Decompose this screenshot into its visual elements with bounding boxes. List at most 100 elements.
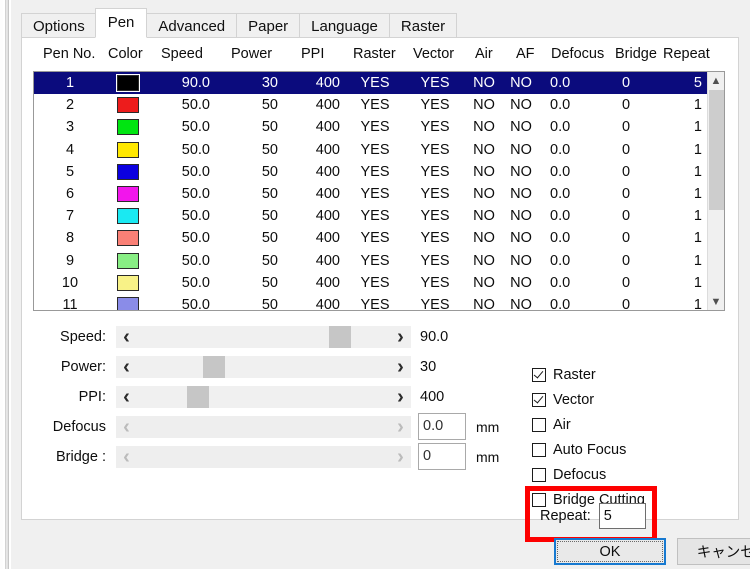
pen-color-swatch[interactable] [117,230,139,247]
chevron-left-icon[interactable]: ‹ [118,446,135,468]
cell-power: 50 [261,274,278,291]
checkbox-label-air: Air [553,416,571,433]
grid-header-air: Air [475,46,493,62]
pen-color-swatch[interactable] [117,163,139,180]
cell-vector: YES [420,163,450,180]
checkbox-vector[interactable]: Vector [532,387,722,412]
grid-column-headers: Pen No. Color Speed Power PPI Raster Vector Air… [22,46,738,68]
chevron-right-icon[interactable]: › [392,356,409,378]
grid-header-power: Power [231,46,273,62]
window-left-edge [0,0,11,569]
checkbox-auto-focus[interactable]: Auto Focus [532,437,722,462]
checkbox-air[interactable]: Air [532,412,722,437]
cell-ppi: 400 [315,274,340,291]
checkbox-box-icon[interactable] [532,417,546,432]
pen-color-swatch[interactable] [117,296,139,310]
cell-defocus: 0.0 [550,163,571,180]
pen-color-swatch[interactable] [117,208,139,225]
slider-thumb-ppi[interactable] [187,386,210,408]
slider-value-speed: 90.0 [420,329,449,345]
table-row[interactable]: 7 50.0 50 400 YES YES NO NO 0.0 0 1 [34,205,708,227]
slider-label-bridge: Bridge : [56,449,106,465]
table-row[interactable]: 1 90.0 30 400 YES YES NO NO 0.0 0 5 [34,72,708,95]
cell-repeat: 1 [693,274,702,291]
slider-track-power[interactable]: ‹ › [116,356,411,378]
slider-track-bridge[interactable]: ‹ › [116,446,411,468]
cancel-button-label: キャンセル [696,545,750,561]
slider-track-ppi[interactable]: ‹ › [116,386,411,408]
cell-defocus: 0.0 [550,75,571,91]
pen-table[interactable]: 1 90.0 30 400 YES YES NO NO 0.0 0 5 2 50.0 50 400 YES YE… [33,71,725,311]
checkmark-icon[interactable] [532,392,546,407]
tab-pen[interactable]: Pen [94,8,148,38]
cell-af: NO [510,185,532,202]
cell-pen: 6 [65,185,75,202]
pen-color-swatch[interactable] [117,97,139,114]
cell-defocus: 0.0 [550,252,571,269]
cell-pen: 3 [65,119,75,136]
cell-af: NO [510,97,532,114]
checkbox-label-raster: Raster [553,366,596,383]
cell-speed: 50.0 [181,97,210,114]
table-row[interactable]: 2 50.0 50 400 YES YES NO NO 0.0 0 1 [34,94,708,116]
cell-speed: 50.0 [181,296,210,310]
table-row[interactable]: 3 50.0 50 400 YES YES NO NO 0.0 0 1 [34,116,708,138]
cell-pen: 9 [65,252,75,269]
slider-track-defocus[interactable]: ‹ › [116,416,411,438]
cell-air: NO [473,119,495,136]
cell-air: NO [473,97,495,114]
chevron-right-icon[interactable]: › [392,446,409,468]
table-row[interactable]: 11 50.0 50 400 YES YES NO NO 0.0 0 1 [34,294,708,310]
chevron-left-icon[interactable]: ‹ [118,356,135,378]
checkbox-box-icon[interactable] [532,442,546,457]
cell-speed: 50.0 [181,185,210,202]
pen-color-swatch[interactable] [117,119,139,136]
cancel-button[interactable]: キャンセル [677,538,750,565]
table-row[interactable]: 9 50.0 50 400 YES YES NO NO 0.0 0 1 [34,250,708,272]
checkbox-raster[interactable]: Raster [532,362,722,387]
table-row[interactable]: 8 50.0 50 400 YES YES NO NO 0.0 0 1 [34,227,708,249]
chevron-right-icon[interactable]: › [392,416,409,438]
cell-af: NO [510,141,532,158]
table-row[interactable]: 5 50.0 50 400 YES YES NO NO 0.0 0 1 [34,161,708,183]
tab-paper[interactable]: Paper [236,13,301,38]
slider-thumb-power[interactable] [203,356,226,378]
cell-power: 50 [261,230,278,247]
tab-language[interactable]: Language [299,13,390,38]
chevron-left-icon[interactable]: ‹ [118,386,135,408]
cell-pen: 5 [65,163,75,180]
chevron-down-icon[interactable]: ▼ [708,293,724,310]
chevron-right-icon[interactable]: › [392,386,409,408]
chevron-right-icon[interactable]: › [392,326,409,348]
repeat-highlight-annotation [525,486,657,542]
cell-power: 50 [261,141,278,158]
ok-button[interactable]: OK [554,538,666,565]
tab-options[interactable]: Options [21,13,97,38]
pen-table-scrollbar[interactable]: ▲ ▼ [707,72,724,310]
numeric-input-bridge[interactable]: 0 [418,443,466,470]
checkbox-defocus[interactable]: Defocus [532,462,722,487]
chevron-up-icon[interactable]: ▲ [708,72,724,89]
tab-raster[interactable]: Raster [388,13,458,38]
slider-thumb-speed[interactable] [328,326,351,348]
chevron-left-icon[interactable]: ‹ [118,416,135,438]
chevron-left-icon[interactable]: ‹ [118,326,135,348]
checkbox-box-icon[interactable] [532,467,546,482]
tab-advanced[interactable]: Advanced [146,13,238,38]
checkmark-icon[interactable] [532,367,546,382]
pen-color-swatch[interactable] [117,252,139,269]
table-row[interactable]: 10 50.0 50 400 YES YES NO NO 0.0 0 1 [34,272,708,294]
cell-air: NO [473,75,495,91]
scrollbar-thumb[interactable] [709,90,724,210]
pen-color-swatch[interactable] [117,185,139,202]
cell-raster: YES [360,163,390,180]
numeric-input-defocus[interactable]: 0.0 [418,413,466,440]
table-row[interactable]: 4 50.0 50 400 YES YES NO NO 0.0 0 1 [34,139,708,161]
pen-color-swatch[interactable] [116,74,140,92]
table-row[interactable]: 6 50.0 50 400 YES YES NO NO 0.0 0 1 [34,183,708,205]
pen-color-swatch[interactable] [117,274,139,291]
pen-color-swatch[interactable] [117,141,139,158]
pen-table-body[interactable]: 1 90.0 30 400 YES YES NO NO 0.0 0 5 2 50.0 50 400 YES YE… [34,72,708,310]
slider-track-speed[interactable]: ‹ › [116,326,411,348]
cell-power: 30 [261,75,278,91]
